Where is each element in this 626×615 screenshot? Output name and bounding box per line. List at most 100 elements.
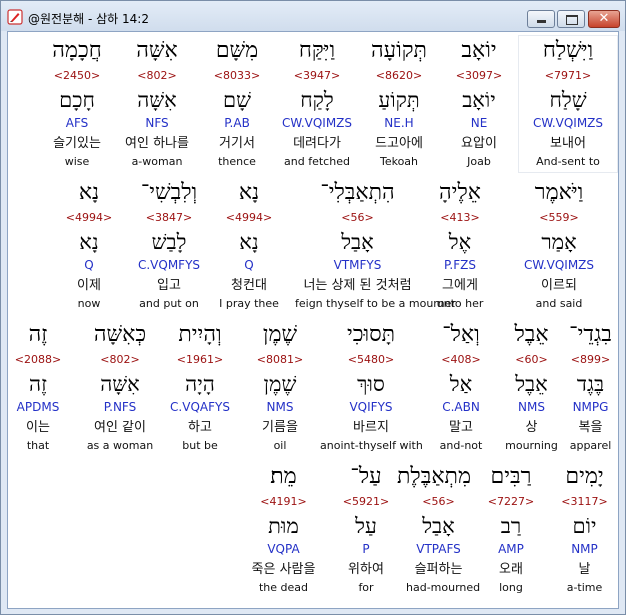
english-gloss: I pray thee (219, 297, 279, 310)
lexical-form: רַב (500, 514, 522, 538)
hebrew-word: יָמִים (565, 464, 604, 489)
strong-number[interactable]: <4994> (49, 211, 129, 225)
word-cell[interactable]: מֵת׃ <4191> מוּת VQPA 죽은 사람을 the dead (241, 462, 326, 598)
analysis-panel: חֲכָמָה <2450> חָכָם AFS 슬기있는 wise אִשָּׁה <802… (7, 31, 619, 609)
word-cell[interactable]: זֶה <2088> זֶה APDMS 이는 that (8, 320, 68, 456)
strong-number[interactable]: <7227> (471, 495, 551, 509)
korean-gloss: 슬기있는 (53, 136, 101, 151)
strong-number[interactable]: <56> (406, 495, 471, 509)
lexical-form: שָׁלַח (549, 88, 587, 112)
word-cell[interactable]: וַיִּשְׁלַח <7971> שָׁלַח CW.VQIMZS 보내어 And-s… (518, 35, 618, 173)
strong-number[interactable]: <413> (420, 211, 500, 225)
word-cell[interactable]: אֵבֶל <60> אֵבֶל NMS 상 mourning (500, 320, 563, 456)
morphology-code: NFS (145, 116, 169, 130)
strong-number[interactable]: <2450> (37, 69, 117, 83)
strong-number[interactable]: <4191> (241, 495, 326, 509)
hebrew-word: וְהָיִית (178, 322, 222, 347)
lexical-form: לָקַח (300, 88, 334, 112)
korean-gloss: 기름을 (262, 420, 298, 435)
lexical-form: אֶל (448, 230, 472, 254)
strong-number[interactable]: <899> (563, 353, 618, 367)
close-button[interactable]: ✕ (588, 10, 620, 28)
pen-icon (7, 9, 23, 25)
strong-number[interactable]: <2088> (8, 353, 68, 367)
word-cell[interactable]: שֶׁמֶן <8081> שֶׁמֶן NMS 기름을 oil (240, 320, 320, 456)
english-gloss: long (499, 581, 523, 594)
morphology-code: NMS (266, 400, 294, 414)
hebrew-word: רַבִּים (490, 464, 532, 489)
english-gloss: now (77, 297, 101, 310)
strong-number[interactable]: <559> (519, 211, 599, 225)
hebrew-word: נָא (78, 180, 100, 205)
hebrew-word: בִגְדֵי־ (569, 322, 612, 347)
strong-number[interactable]: <5921> (326, 495, 406, 509)
word-cell[interactable]: וְאַל־ <408> אַל C.ABN 말고 and-not (422, 320, 500, 456)
strong-number[interactable]: <8033> (197, 69, 277, 83)
lexical-form: נָא (239, 230, 259, 254)
morphology-code: NMPG (572, 400, 609, 414)
lexical-form: שֶׁמֶן (263, 372, 297, 396)
word-cell[interactable]: תְּקוֹעָה <8620> תְּקוֹעַ NE.H 드고아에 Tekoah (359, 36, 439, 172)
strong-number[interactable]: <3117> (551, 495, 618, 509)
lexical-form: עַל (355, 514, 377, 538)
word-cell[interactable]: וְלִבְשִׁי־ <3847> לָבַשׁ C.VQMFYS 입고 and put… (129, 178, 209, 314)
word-cell[interactable]: מִתְאַבֶּלֶת <56> אָבַל VTPAFS 슬퍼하는 had-mourn… (397, 462, 480, 598)
minimize-button[interactable] (527, 10, 555, 28)
strong-number[interactable]: <8620> (359, 69, 439, 83)
lexical-form: אָבַל (341, 230, 374, 254)
korean-gloss: 이제 (77, 278, 101, 293)
lexical-form: סוּךְ (357, 372, 385, 396)
strong-number[interactable]: <802> (117, 69, 197, 83)
lexical-form: זֶה (29, 372, 47, 396)
word-cell[interactable]: וְהָיִית <1961> הָיָה C.VQAFYS 하고 but be (160, 320, 240, 456)
strong-number[interactable]: <3847> (129, 211, 209, 225)
app-window: @원전분해 - 삼하 14:2 ✕ חֲכָמָה <2450> חָכָם AFS 슬… (0, 0, 626, 615)
word-cell[interactable]: אֵלֶיהָ <413> אֶל P.FZS 그에게 unto her (420, 178, 500, 314)
english-gloss: and said (535, 297, 583, 310)
korean-gloss: 요압이 (461, 136, 497, 151)
word-cell[interactable]: אִשָּׁה <802> אִשָּׁה NFS 여인 하나를 a-woman (117, 36, 197, 172)
strong-number[interactable]: <408> (422, 353, 500, 367)
word-cell[interactable]: וַיִּקַּח <3947> לָקַח CW.VQIMZS 데려다가 and fet… (277, 36, 357, 172)
word-cell[interactable]: רַבִּים <7227> רַב AMP 오래 long (471, 462, 551, 598)
word-cell[interactable]: הִתְאַבְּלִי־ <56> אָבַל VTMFYS 너는 상제 된 것처럼 f… (295, 178, 456, 314)
strong-number[interactable]: <7971> (519, 69, 617, 83)
korean-gloss: 데려다가 (293, 136, 341, 151)
minimize-icon (537, 20, 546, 23)
title-bar[interactable]: @원전분해 - 삼하 14:2 ✕ (1, 1, 625, 31)
word-cell[interactable]: חֲכָמָה <2450> חָכָם AFS 슬기있는 wise (37, 36, 117, 172)
lexical-form: אָבַל (422, 514, 455, 538)
strong-number[interactable]: <56> (295, 211, 420, 225)
lexical-form: אַל (449, 372, 473, 396)
english-gloss: anoint-thyself with (320, 439, 423, 452)
word-cell[interactable]: יוֹאָב <3097> יוֹאָב NE 요압이 Joab (439, 36, 519, 172)
strong-number[interactable]: <4994> (209, 211, 289, 225)
word-cell[interactable]: נָא <4994> נָא Q 이제 now (49, 178, 129, 314)
hebrew-word: וַיִּקַּח (298, 38, 336, 63)
word-cell[interactable]: יָמִים <3117> יוֹם NMP 날 a-time (551, 462, 618, 598)
strong-number[interactable]: <8081> (240, 353, 320, 367)
word-cell[interactable]: כְּאִשָּׁה <802> אִשָּׁה P.NFS 여인 같이 as a wom… (80, 320, 160, 456)
word-cell[interactable]: וַיֹּאמֶר <559> אָמַר CW.VQIMZS 이르되 and said (519, 178, 599, 314)
korean-gloss: 슬퍼하는 (414, 562, 463, 577)
strong-number[interactable]: <3097> (439, 69, 519, 83)
word-cell[interactable]: בִגְדֵי־ <899> בֶּגֶד NMPG 복을 apparel (563, 320, 618, 456)
word-cell[interactable]: נָא <4994> נָא Q 청컨대 I pray thee (209, 178, 289, 314)
strong-number[interactable]: <5480> (320, 353, 422, 367)
korean-gloss: 말고 (449, 420, 473, 435)
hebrew-word: זֶה (28, 322, 48, 347)
word-cell[interactable]: תָּסוּכִי <5480> סוּךְ VQIFYS 바르지 anoint-thys… (320, 320, 423, 456)
korean-gloss: 여인 같이 (94, 420, 146, 435)
korean-gloss: 청컨대 (231, 278, 267, 293)
strong-number[interactable]: <802> (80, 353, 160, 367)
strong-number[interactable]: <60> (500, 353, 563, 367)
strong-number[interactable]: <1961> (160, 353, 240, 367)
word-cell[interactable]: מִשָּׁם <8033> שָׁם P.AB 거기서 thence (197, 36, 277, 172)
morphology-code: VQPA (267, 542, 300, 556)
korean-gloss: 오래 (499, 562, 523, 577)
strong-number[interactable]: <3947> (277, 69, 357, 83)
korean-gloss: 입고 (157, 278, 181, 293)
word-cell[interactable]: עַל־ <5921> עַל P 위하여 for (326, 462, 406, 598)
maximize-button[interactable] (557, 10, 585, 28)
hebrew-word: מִשָּׁם (215, 38, 259, 63)
